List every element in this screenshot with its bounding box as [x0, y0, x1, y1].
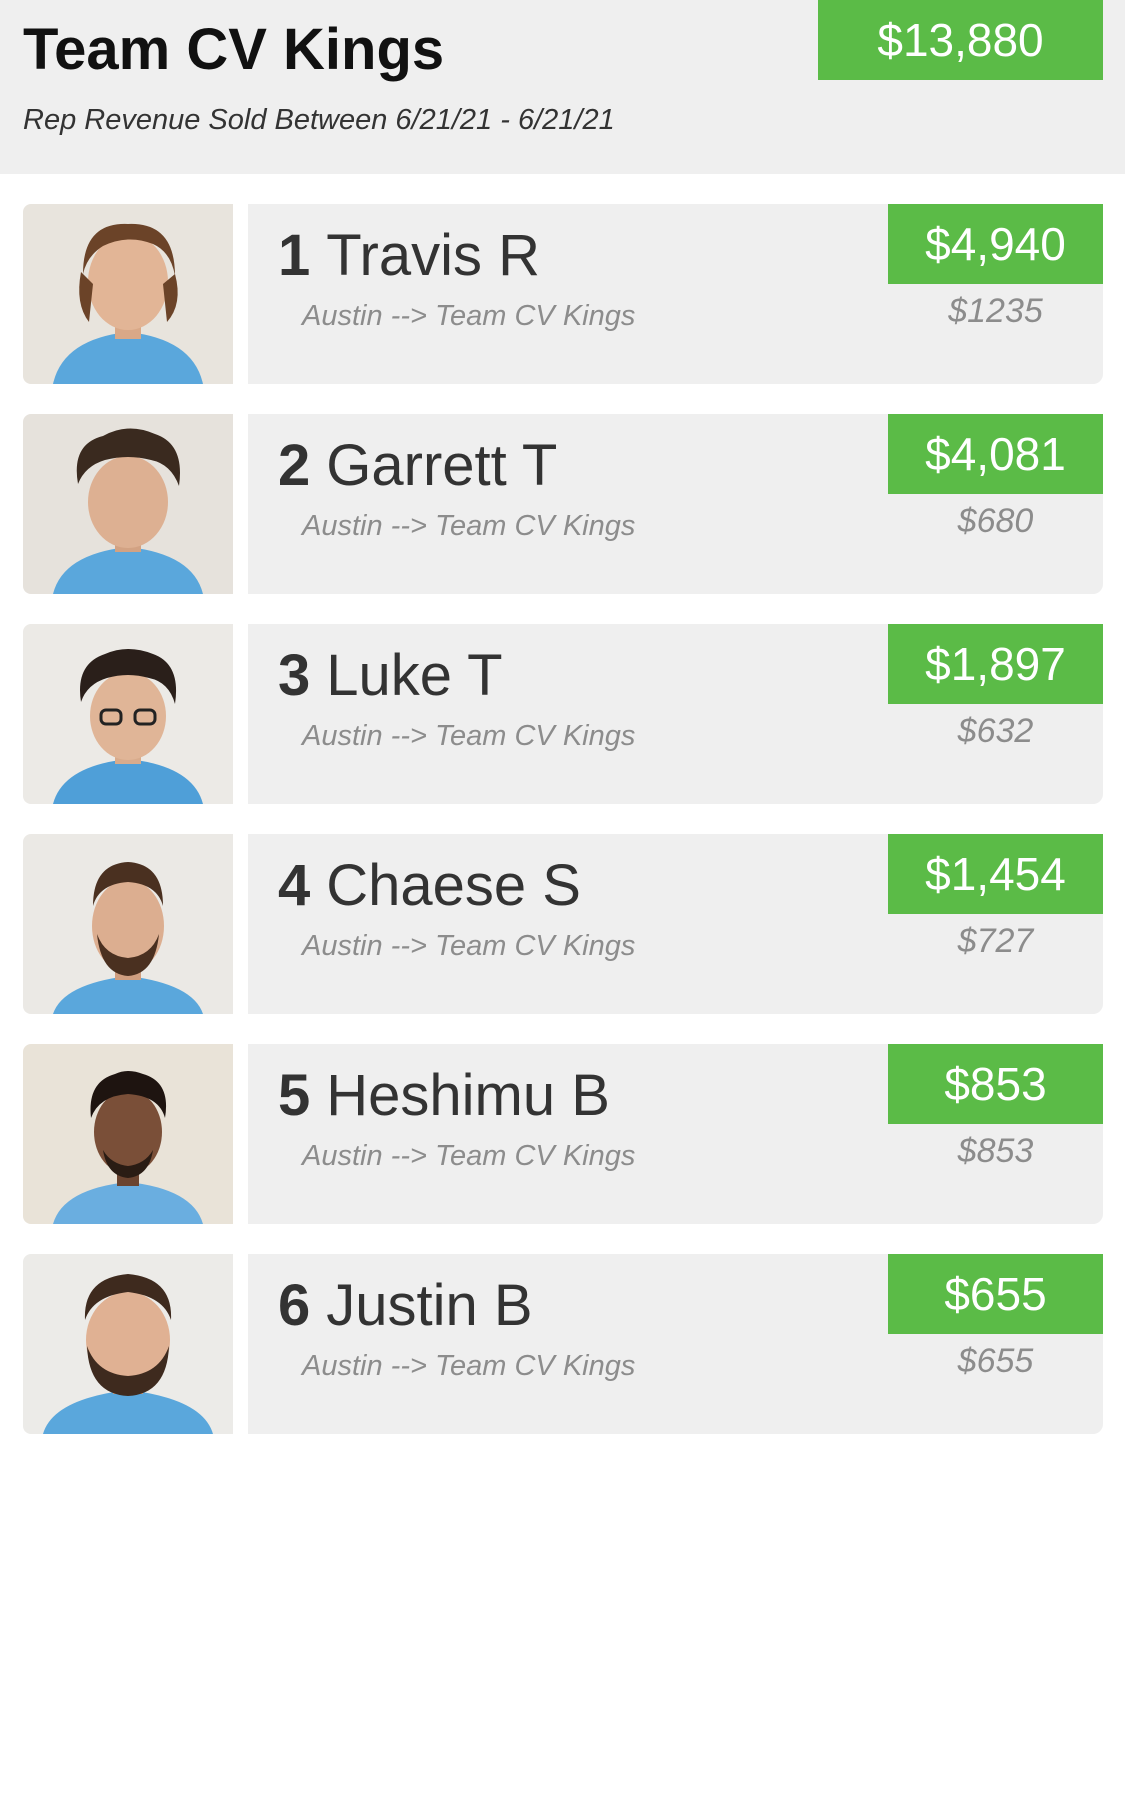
rep-route: Austin --> Team CV Kings — [302, 930, 636, 962]
page-header: Team CV Kings Rep Revenue Sold Between 6… — [0, 0, 1125, 174]
rep-name-text: Justin B — [326, 1273, 533, 1338]
rep-route: Austin --> Team CV Kings — [302, 720, 636, 752]
rep-amount-badge: $4,940 — [888, 204, 1103, 284]
rep-rank: 4 — [278, 853, 311, 918]
rep-amount-badge: $655 — [888, 1254, 1103, 1334]
rep-photo-icon — [23, 414, 233, 594]
list-item[interactable]: 3 Luke T Austin --> Team CV Kings $1,897 … — [23, 624, 1103, 804]
rep-sub-amount: $632 — [957, 712, 1034, 750]
rep-name: 5 Heshimu B — [278, 1062, 610, 1129]
rep-sub-amount: $655 — [957, 1342, 1034, 1380]
rep-card: 4 Chaese S Austin --> Team CV Kings $1,45… — [248, 834, 1103, 1014]
rep-photo-icon — [23, 1044, 233, 1224]
rep-amount-badge: $1,454 — [888, 834, 1103, 914]
team-total-badge: $13,880 — [818, 0, 1103, 80]
rep-card: 3 Luke T Austin --> Team CV Kings $1,897 … — [248, 624, 1103, 804]
rep-rank: 2 — [278, 433, 311, 498]
rep-name: 3 Luke T — [278, 642, 503, 709]
rep-name: 4 Chaese S — [278, 852, 581, 919]
rep-amount-badge: $853 — [888, 1044, 1103, 1124]
rep-name-text: Chaese S — [326, 853, 581, 918]
rep-route: Austin --> Team CV Kings — [302, 510, 636, 542]
rep-photo-icon — [23, 834, 233, 1014]
rep-name-text: Travis R — [326, 223, 540, 288]
rep-rank: 6 — [278, 1273, 311, 1338]
rep-name-text: Heshimu B — [326, 1063, 610, 1128]
rep-photo-icon — [23, 624, 233, 804]
rep-amount-badge: $1,897 — [888, 624, 1103, 704]
rep-rank: 5 — [278, 1063, 311, 1128]
rep-card: 1 Travis R Austin --> Team CV Kings $4,94… — [248, 204, 1103, 384]
rep-card: 2 Garrett T Austin --> Team CV Kings $4,0… — [248, 414, 1103, 594]
team-title: Team CV Kings — [23, 17, 445, 82]
rep-route: Austin --> Team CV Kings — [302, 300, 636, 332]
rep-amount-badge: $4,081 — [888, 414, 1103, 494]
rep-rank: 3 — [278, 643, 311, 708]
list-item[interactable]: 6 Justin B Austin --> Team CV Kings $655 … — [23, 1254, 1103, 1434]
list-item[interactable]: 1 Travis R Austin --> Team CV Kings $4,94… — [23, 204, 1103, 384]
list-item[interactable]: 5 Heshimu B Austin --> Team CV Kings $853… — [23, 1044, 1103, 1224]
rep-name: 6 Justin B — [278, 1272, 533, 1339]
rep-route: Austin --> Team CV Kings — [302, 1350, 636, 1382]
rep-name: 1 Travis R — [278, 222, 540, 289]
rep-card: 6 Justin B Austin --> Team CV Kings $655 … — [248, 1254, 1103, 1434]
rep-card: 5 Heshimu B Austin --> Team CV Kings $853… — [248, 1044, 1103, 1224]
list-item[interactable]: 2 Garrett T Austin --> Team CV Kings $4,0… — [23, 414, 1103, 594]
rep-name-text: Garrett T — [326, 433, 558, 498]
rep-sub-amount: $680 — [957, 502, 1034, 540]
rep-sub-amount: $727 — [957, 922, 1034, 960]
rep-photo-icon — [23, 1254, 233, 1434]
rep-name-text: Luke T — [326, 643, 503, 708]
rep-sub-amount: $1235 — [948, 292, 1043, 330]
rep-sub-amount: $853 — [957, 1132, 1034, 1170]
rep-route: Austin --> Team CV Kings — [302, 1140, 636, 1172]
rep-rank: 1 — [278, 223, 311, 288]
rep-name: 2 Garrett T — [278, 432, 557, 499]
rep-photo-icon — [23, 204, 233, 384]
list-item[interactable]: 4 Chaese S Austin --> Team CV Kings $1,45… — [23, 834, 1103, 1014]
date-range-subtitle: Rep Revenue Sold Between 6/21/21 - 6/21/… — [23, 104, 615, 136]
